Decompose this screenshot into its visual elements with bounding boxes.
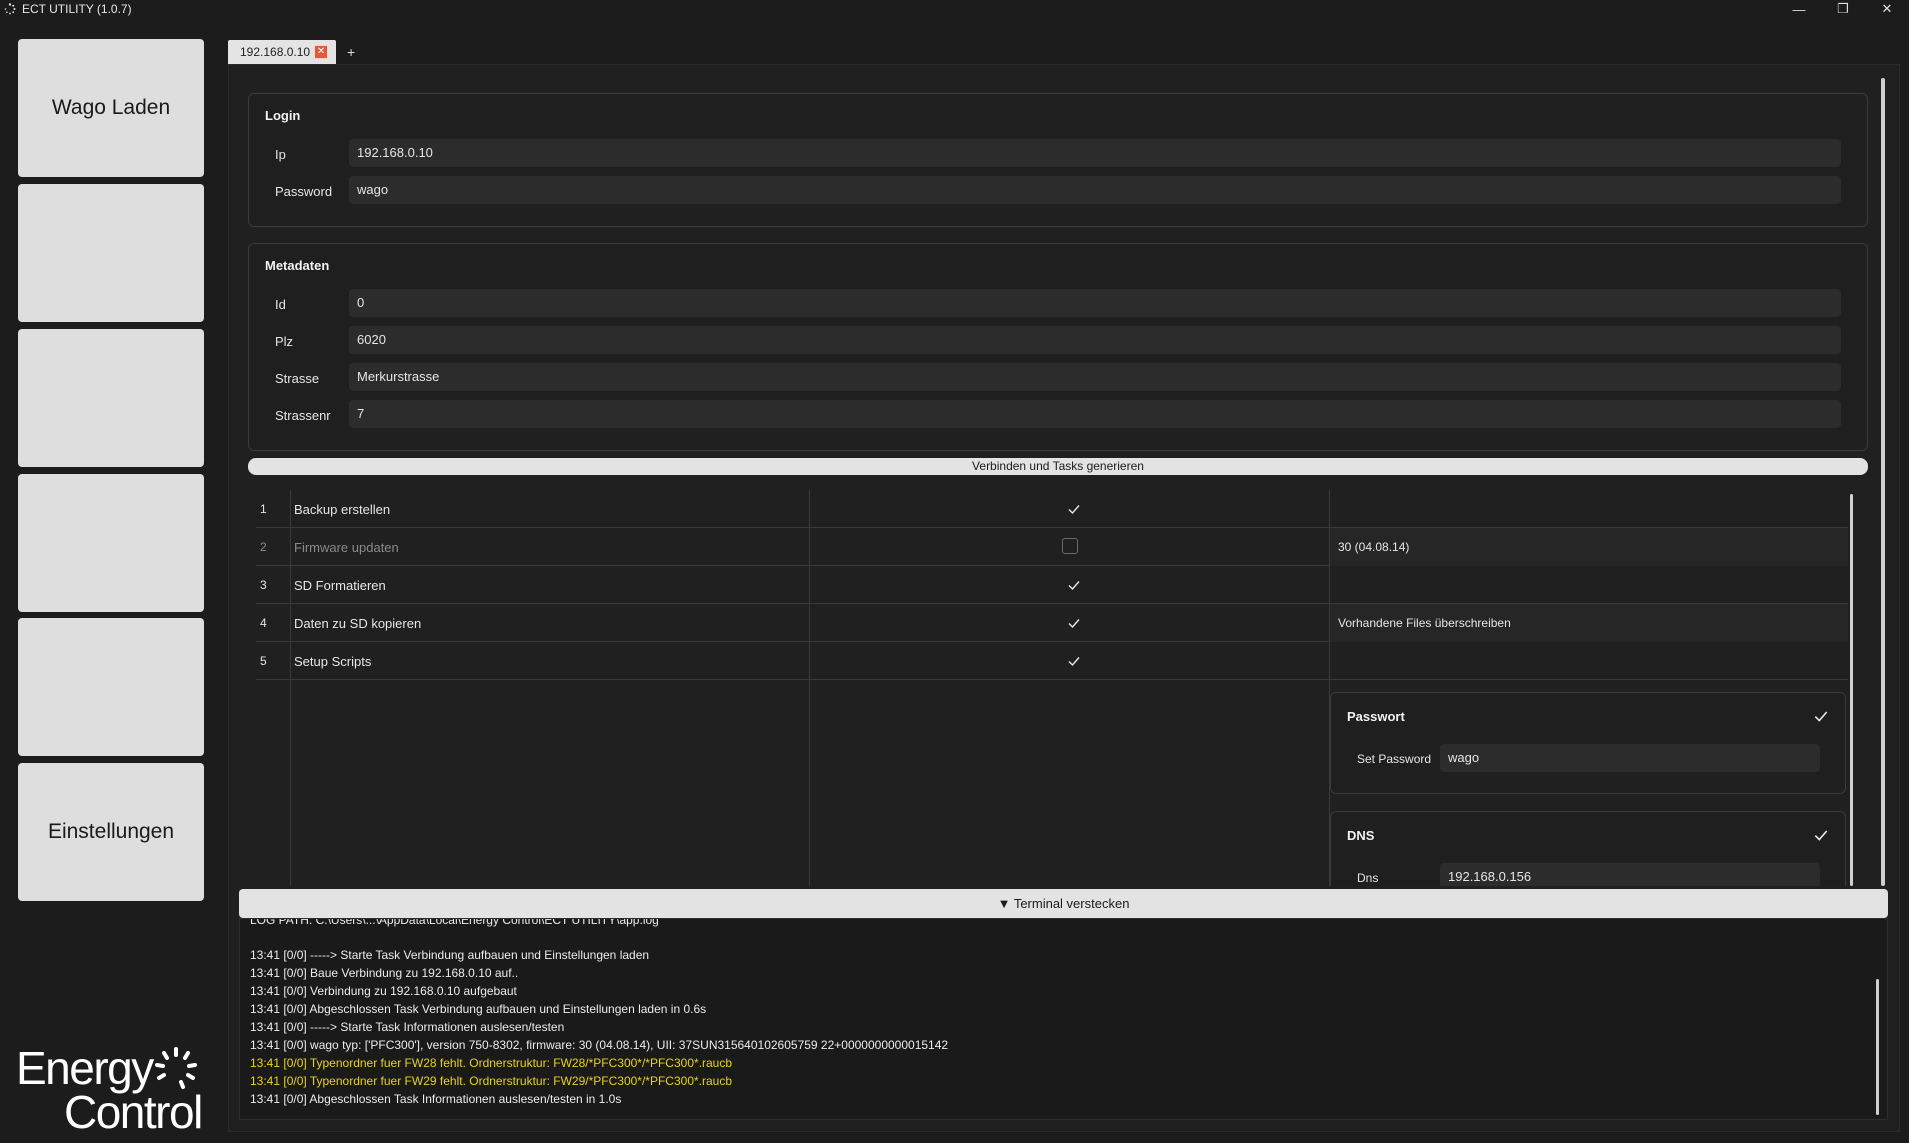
task-number: 3 [260, 578, 267, 592]
set-password-label: Set Password [1357, 752, 1432, 766]
task-number: 2 [260, 540, 267, 554]
minimize-icon[interactable]: — [1777, 0, 1821, 18]
task-number: 5 [260, 654, 267, 668]
dns-group: DNS Dns 192.168.0.156 [1330, 811, 1846, 886]
energy-control-logo: Energy Control [16, 1045, 206, 1135]
check-icon[interactable] [1813, 708, 1829, 724]
sidebar-item-empty-1[interactable] [18, 184, 204, 322]
task-scrollbar[interactable] [1850, 494, 1853, 886]
main-scrollbar[interactable] [1881, 78, 1885, 886]
sidebar-item-empty-4[interactable] [18, 618, 204, 756]
plz-label: Plz [275, 334, 294, 349]
log-line: 13:41 [0/0] Abgeschlossen Task Verbindun… [250, 1002, 707, 1016]
check-icon[interactable] [1064, 499, 1084, 519]
sidebar-item-empty-3[interactable] [18, 474, 204, 612]
task-name: SD Formatieren [294, 578, 386, 593]
plz-input[interactable]: 6020 [349, 326, 1841, 354]
password-input[interactable]: wago [349, 176, 1841, 204]
task-row-sd-copy[interactable]: 4 Daten zu SD kopieren Vorhandene Files … [256, 604, 1848, 642]
strasse-label: Strasse [275, 371, 320, 386]
sidebar-item-empty-2[interactable] [18, 329, 204, 467]
log-line: LOG PATH: C:\Users\...\AppData\Local\Ene… [250, 918, 659, 927]
check-icon[interactable] [1064, 651, 1084, 671]
task-name: Setup Scripts [294, 654, 372, 669]
dns-input[interactable]: 192.168.0.156 [1440, 863, 1820, 886]
terminal-scrollbar[interactable] [1876, 979, 1879, 1115]
tab-label: 192.168.0.10 [240, 45, 311, 59]
sidebar-item-einstellungen[interactable]: Einstellungen [18, 763, 204, 901]
logo-line-2: Control [64, 1086, 203, 1138]
sidebar-item-wago-laden[interactable]: Wago Laden [18, 39, 204, 177]
close-window-icon[interactable]: ✕ [1865, 0, 1909, 18]
log-line-warning: 13:41 [0/0] Typenordner fuer FW29 fehlt.… [250, 1074, 733, 1088]
app-spinner-icon [3, 2, 17, 16]
title-bar: ECT UTILITY (1.0.7) — ❐ ✕ [0, 0, 1909, 18]
window-title: ECT UTILITY (1.0.7) [22, 2, 132, 16]
check-icon[interactable] [1813, 827, 1829, 843]
ip-label: Ip [275, 147, 286, 162]
tab-close-icon[interactable]: ✕ [314, 45, 329, 59]
dns-title: DNS [1347, 828, 1375, 843]
unchecked-checkbox[interactable] [1062, 538, 1078, 554]
terminal-log: LOG PATH: C:\Users\...\AppData\Local\Ene… [239, 918, 1888, 1120]
task-row-sd-format[interactable]: 3 SD Formatieren [256, 566, 1848, 604]
task-row-backup[interactable]: 1 Backup erstellen [256, 490, 1848, 528]
firmware-version-value[interactable]: 30 (04.08.14) [1330, 528, 1848, 566]
tab-bar: 192.168.0.10 ✕ + [228, 40, 366, 64]
id-label: Id [275, 297, 286, 312]
task-row-firmware[interactable]: 2 Firmware updaten 30 (04.08.14) [256, 528, 1848, 566]
window-controls: — ❐ ✕ [1777, 0, 1909, 18]
task-row-setup-scripts[interactable]: 5 Setup Scripts [256, 642, 1848, 680]
sun-rays-icon [152, 1045, 200, 1093]
id-input[interactable]: 0 [349, 289, 1841, 317]
overwrite-files-option[interactable]: Vorhandene Files überschreiben [1330, 604, 1848, 642]
check-icon[interactable] [1064, 613, 1084, 633]
logo-line-1: Energy [16, 1042, 154, 1094]
strassenr-label: Strassenr [275, 408, 331, 423]
log-line: 13:41 [0/0] Verbindung zu 192.168.0.10 a… [250, 984, 517, 998]
task-number: 1 [260, 502, 267, 516]
connect-generate-tasks-button[interactable]: Verbinden und Tasks generieren [248, 458, 1868, 475]
login-title: Login [265, 108, 301, 123]
ip-input[interactable]: 192.168.0.10 [349, 139, 1841, 167]
tab-device[interactable]: 192.168.0.10 ✕ [228, 40, 337, 64]
password-label: Password [275, 184, 333, 199]
log-line: 13:41 [0/0] -----> Starte Task Informati… [250, 1020, 565, 1034]
restore-icon[interactable]: ❐ [1821, 0, 1865, 18]
strassenr-input[interactable]: 7 [349, 400, 1841, 428]
add-tab-button[interactable]: + [336, 40, 366, 64]
passwort-title: Passwort [1347, 709, 1405, 724]
check-icon[interactable] [1064, 575, 1084, 595]
strasse-input[interactable]: Merkurstrasse [349, 363, 1841, 391]
passwort-group: Passwort Set Password wago [1330, 692, 1846, 794]
log-line: 13:41 [0/0] wago typ: ['PFC300'], versio… [250, 1038, 949, 1052]
log-line: 13:41 [0/0] -----> Starte Task Verbindun… [250, 948, 650, 962]
task-name: Firmware updaten [294, 540, 399, 555]
metadata-group: Metadaten Id 0 Plz 6020 Strasse Merkurst… [248, 243, 1868, 451]
login-group: Login Ip 192.168.0.10 Password wago [248, 93, 1868, 227]
task-name: Daten zu SD kopieren [294, 616, 422, 631]
task-number: 4 [260, 616, 267, 630]
dns-label: Dns [1357, 871, 1379, 885]
log-line: 13:41 [0/0] Baue Verbindung zu 192.168.0… [250, 966, 519, 980]
log-line-warning: 13:41 [0/0] Typenordner fuer FW28 fehlt.… [250, 1056, 733, 1070]
task-name: Backup erstellen [294, 502, 391, 517]
toggle-terminal-button[interactable]: ▼ Terminal verstecken [239, 889, 1888, 918]
set-password-input[interactable]: wago [1440, 744, 1820, 772]
metadata-title: Metadaten [265, 258, 330, 273]
log-line: 13:41 [0/0] Abgeschlossen Task Informati… [250, 1092, 622, 1106]
